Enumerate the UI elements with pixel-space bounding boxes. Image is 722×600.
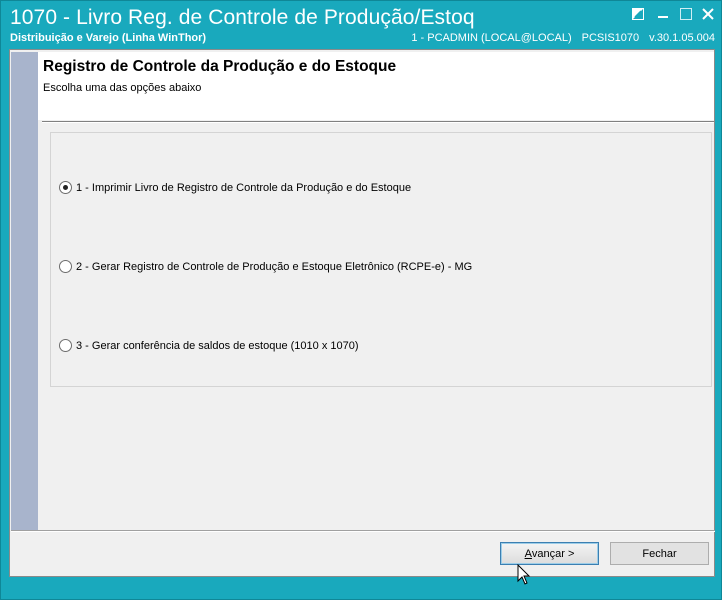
option-label: 1 - Imprimir Livro de Registro de Contro… — [76, 181, 412, 194]
next-button[interactable]: Avançar > — [500, 542, 599, 565]
radio-option-3[interactable] — [59, 339, 72, 352]
option-label: 2 - Gerar Registro de Controle de Produç… — [76, 260, 473, 273]
option-stock-check[interactable]: 3 - Gerar conferência de saldos de estoq… — [59, 339, 359, 352]
restore-icon[interactable] — [631, 7, 645, 21]
close-button-label: Fechar — [642, 547, 677, 560]
wizard-sidebar — [11, 52, 38, 530]
window-title: 1070 - Livro Reg. de Controle de Produçã… — [10, 6, 475, 29]
header-divider-highlight — [42, 122, 714, 123]
radio-option-2[interactable] — [59, 260, 72, 273]
option-print-book[interactable]: 1 - Imprimir Livro de Registro de Contro… — [59, 181, 411, 194]
next-button-accelerator: A — [524, 547, 532, 560]
dialog-client-area: Registro de Controle da Produção e do Es… — [9, 49, 715, 577]
minimize-icon[interactable] — [656, 7, 670, 21]
session-user: 1 - PCADMIN (LOCAL@LOCAL) — [411, 32, 572, 44]
mouse-pointer-icon — [517, 564, 531, 585]
window-subtitle: Distribuição e Varejo (Linha WinThor) — [10, 32, 207, 44]
session-module: PCSIS1070 — [581, 32, 640, 44]
options-group: 1 - Imprimir Livro de Registro de Contro… — [50, 132, 712, 387]
close-icon[interactable] — [701, 7, 715, 21]
session-info: 1 - PCADMIN (LOCAL@LOCAL) PCSIS1070 v.30… — [411, 32, 715, 44]
wizard-header: Registro de Controle da Produção e do Es… — [38, 52, 714, 120]
app-window: 1070 - Livro Reg. de Controle de Produçã… — [0, 0, 722, 600]
footer-divider-highlight — [11, 531, 715, 532]
radio-option-1[interactable] — [59, 181, 72, 194]
close-button[interactable]: Fechar — [610, 542, 709, 565]
session-version: v.30.1.05.004 — [649, 32, 715, 44]
page-subtitle: Escolha uma das opções abaixo — [43, 82, 202, 94]
option-generate-rcpe[interactable]: 2 - Gerar Registro de Controle de Produç… — [59, 260, 472, 273]
next-button-label: vançar > — [531, 547, 575, 560]
option-label: 3 - Gerar conferência de saldos de estoq… — [76, 339, 359, 352]
maximize-icon[interactable] — [679, 7, 693, 21]
page-title: Registro de Controle da Produção e do Es… — [43, 58, 397, 75]
title-bar[interactable]: 1070 - Livro Reg. de Controle de Produçã… — [1, 1, 721, 47]
